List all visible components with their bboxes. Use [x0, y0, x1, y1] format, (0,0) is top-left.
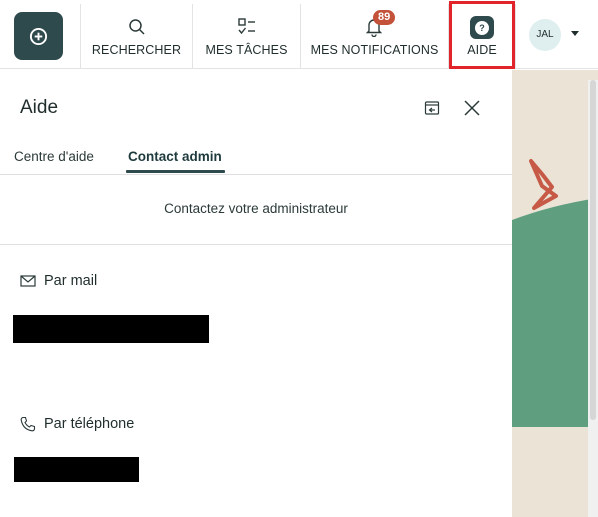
scrollbar-thumb[interactable] [590, 80, 596, 420]
tab-contact-admin[interactable]: Contact admin [128, 149, 222, 164]
mail-heading-label: Par mail [44, 273, 98, 289]
search-icon [126, 16, 148, 38]
phone-icon [20, 416, 36, 432]
open-in-window-icon[interactable] [424, 100, 440, 116]
divider [0, 174, 512, 175]
nav-tasks-label: MES TÂCHES [205, 43, 288, 57]
selection-highlight [449, 1, 515, 69]
tab-help-center[interactable]: Centre d'aide [14, 149, 94, 164]
divider [515, 4, 516, 68]
divider [0, 244, 512, 245]
envelope-icon [20, 275, 36, 287]
nav-search-label: RECHERCHER [91, 43, 182, 57]
chevron-down-icon[interactable] [571, 31, 579, 36]
phone-heading-label: Par téléphone [44, 416, 135, 432]
background-illustration [512, 159, 598, 427]
background-map [512, 70, 598, 517]
close-icon[interactable] [463, 99, 481, 117]
contact-admin-text: Contactez votre administrateur [164, 201, 348, 216]
phone-section-heading: Par téléphone [20, 416, 134, 432]
nav-search[interactable]: RECHERCHER [81, 0, 192, 69]
nav-notifications[interactable]: 89 MES NOTIFICATIONS [301, 0, 448, 69]
redacted-email [13, 315, 209, 343]
nav-tasks[interactable]: MES TÂCHES [193, 0, 300, 69]
mail-section-heading: Par mail [20, 273, 97, 289]
notifications-count-badge: 89 [373, 10, 396, 25]
plus-circle-icon [29, 27, 48, 45]
top-navigation-bar: RECHERCHER MES TÂCHES 89 MES NOTIFICATIO… [0, 0, 598, 69]
help-panel: Aide Centre d'aide Contact admin Contact… [0, 70, 512, 517]
tasks-checklist-icon [236, 16, 258, 38]
scrollbar[interactable] [588, 80, 598, 517]
user-avatar[interactable]: JAL [529, 19, 561, 51]
create-button[interactable] [14, 12, 63, 60]
panel-title: Aide [20, 97, 59, 118]
nav-notifications-label: MES NOTIFICATIONS [310, 43, 439, 57]
redacted-phone [14, 457, 139, 482]
active-tab-indicator [126, 170, 225, 173]
